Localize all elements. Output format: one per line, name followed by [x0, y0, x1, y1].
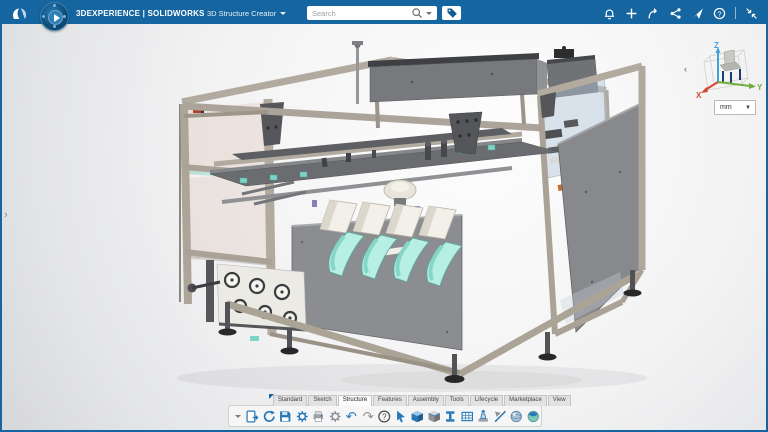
whats-new-jet-icon[interactable] — [691, 7, 704, 20]
app-switcher[interactable]: 3D Structure Creator — [207, 9, 286, 18]
units-value: mm — [715, 104, 732, 111]
machine-3d-model[interactable] — [162, 32, 682, 402]
save-icon[interactable] — [278, 409, 293, 424]
update-sync-icon[interactable] — [295, 409, 310, 424]
add-content-icon[interactable] — [625, 7, 638, 20]
app-name: 3D Structure Creator — [207, 9, 276, 18]
tab-assembly[interactable]: Assembly — [408, 395, 444, 406]
machine-top-cabinet[interactable] — [368, 53, 547, 102]
machine-shadow — [177, 364, 647, 392]
options-gear-icon[interactable] — [328, 409, 343, 424]
action-bar-tabs: StandardSketchStructureFeaturesAssemblyT… — [273, 395, 572, 406]
redo-icon[interactable] — [361, 409, 376, 424]
tab-marketplace[interactable]: Marketplace — [504, 395, 547, 406]
notifications-bell-icon[interactable] — [603, 7, 616, 20]
action-bar-collapse-icon[interactable] — [235, 415, 241, 418]
y-axis-label: Y — [757, 83, 763, 92]
tab-tools[interactable]: Tools — [445, 395, 469, 406]
structure-table-icon[interactable] — [460, 409, 475, 424]
application-window: 3DEXPERIENCE | SOLIDWORKS 3D Structure C… — [0, 0, 768, 432]
viewport[interactable]: › ‹ Z X Y — [2, 24, 768, 432]
export-print-icon[interactable] — [311, 409, 326, 424]
left-panel-expander[interactable]: › — [4, 210, 8, 220]
tab-structure[interactable]: Structure — [338, 395, 372, 406]
collapse-window-icon[interactable] — [745, 7, 758, 20]
share-network-icon[interactable] — [669, 7, 682, 20]
search-input[interactable] — [307, 9, 411, 18]
action-bar — [228, 405, 542, 427]
units-dropdown[interactable]: mm ▼ — [714, 100, 756, 115]
units-caret-icon: ▼ — [745, 105, 755, 111]
extrude-icon[interactable] — [476, 409, 491, 424]
beam-profile-icon[interactable] — [443, 409, 458, 424]
revision-history-icon[interactable] — [262, 409, 277, 424]
x-axis-label: X — [696, 91, 702, 100]
compass-icon[interactable] — [40, 2, 69, 31]
3ds-logo-icon — [10, 6, 28, 21]
triad-chair — [720, 50, 741, 84]
primitive-box-icon[interactable] — [410, 409, 425, 424]
top-bar-icons — [603, 2, 758, 24]
sphere-primitive-icon[interactable] — [509, 409, 524, 424]
tab-standard[interactable]: Standard — [273, 395, 307, 406]
search-box — [307, 6, 437, 20]
tab-view[interactable]: View — [548, 395, 571, 406]
view-triad[interactable]: Z X Y — [696, 40, 766, 100]
chevron-down-icon — [280, 12, 286, 15]
help-tool-icon[interactable] — [377, 409, 392, 424]
tag-icon — [446, 7, 458, 19]
top-bar-separator — [735, 7, 736, 19]
undo-icon[interactable] — [344, 409, 359, 424]
top-bar: 3DEXPERIENCE | SOLIDWORKS 3D Structure C… — [2, 2, 766, 24]
brand-title: 3DEXPERIENCE | SOLIDWORKS — [76, 9, 205, 18]
tag-button[interactable] — [442, 6, 461, 20]
right-panel-expander[interactable]: ‹ — [684, 64, 687, 74]
apply-material-icon[interactable] — [526, 409, 541, 424]
frame-member-icon[interactable] — [427, 409, 442, 424]
tab-features[interactable]: Features — [373, 395, 407, 406]
z-axis-label: Z — [714, 41, 719, 50]
tab-sketch[interactable]: Sketch — [308, 395, 336, 406]
tab-lifecycle[interactable]: Lifecycle — [470, 395, 503, 406]
tabs-accent-corner — [269, 394, 274, 399]
search-icon[interactable] — [411, 7, 423, 19]
trim-cut-icon[interactable] — [493, 409, 508, 424]
share-icon[interactable] — [647, 7, 660, 20]
new-content-icon[interactable] — [245, 409, 260, 424]
y-axis-arrow — [749, 83, 756, 89]
search-chevron-down-icon[interactable] — [426, 12, 432, 15]
select-tool-icon[interactable] — [394, 409, 409, 424]
help-icon[interactable] — [713, 7, 726, 20]
